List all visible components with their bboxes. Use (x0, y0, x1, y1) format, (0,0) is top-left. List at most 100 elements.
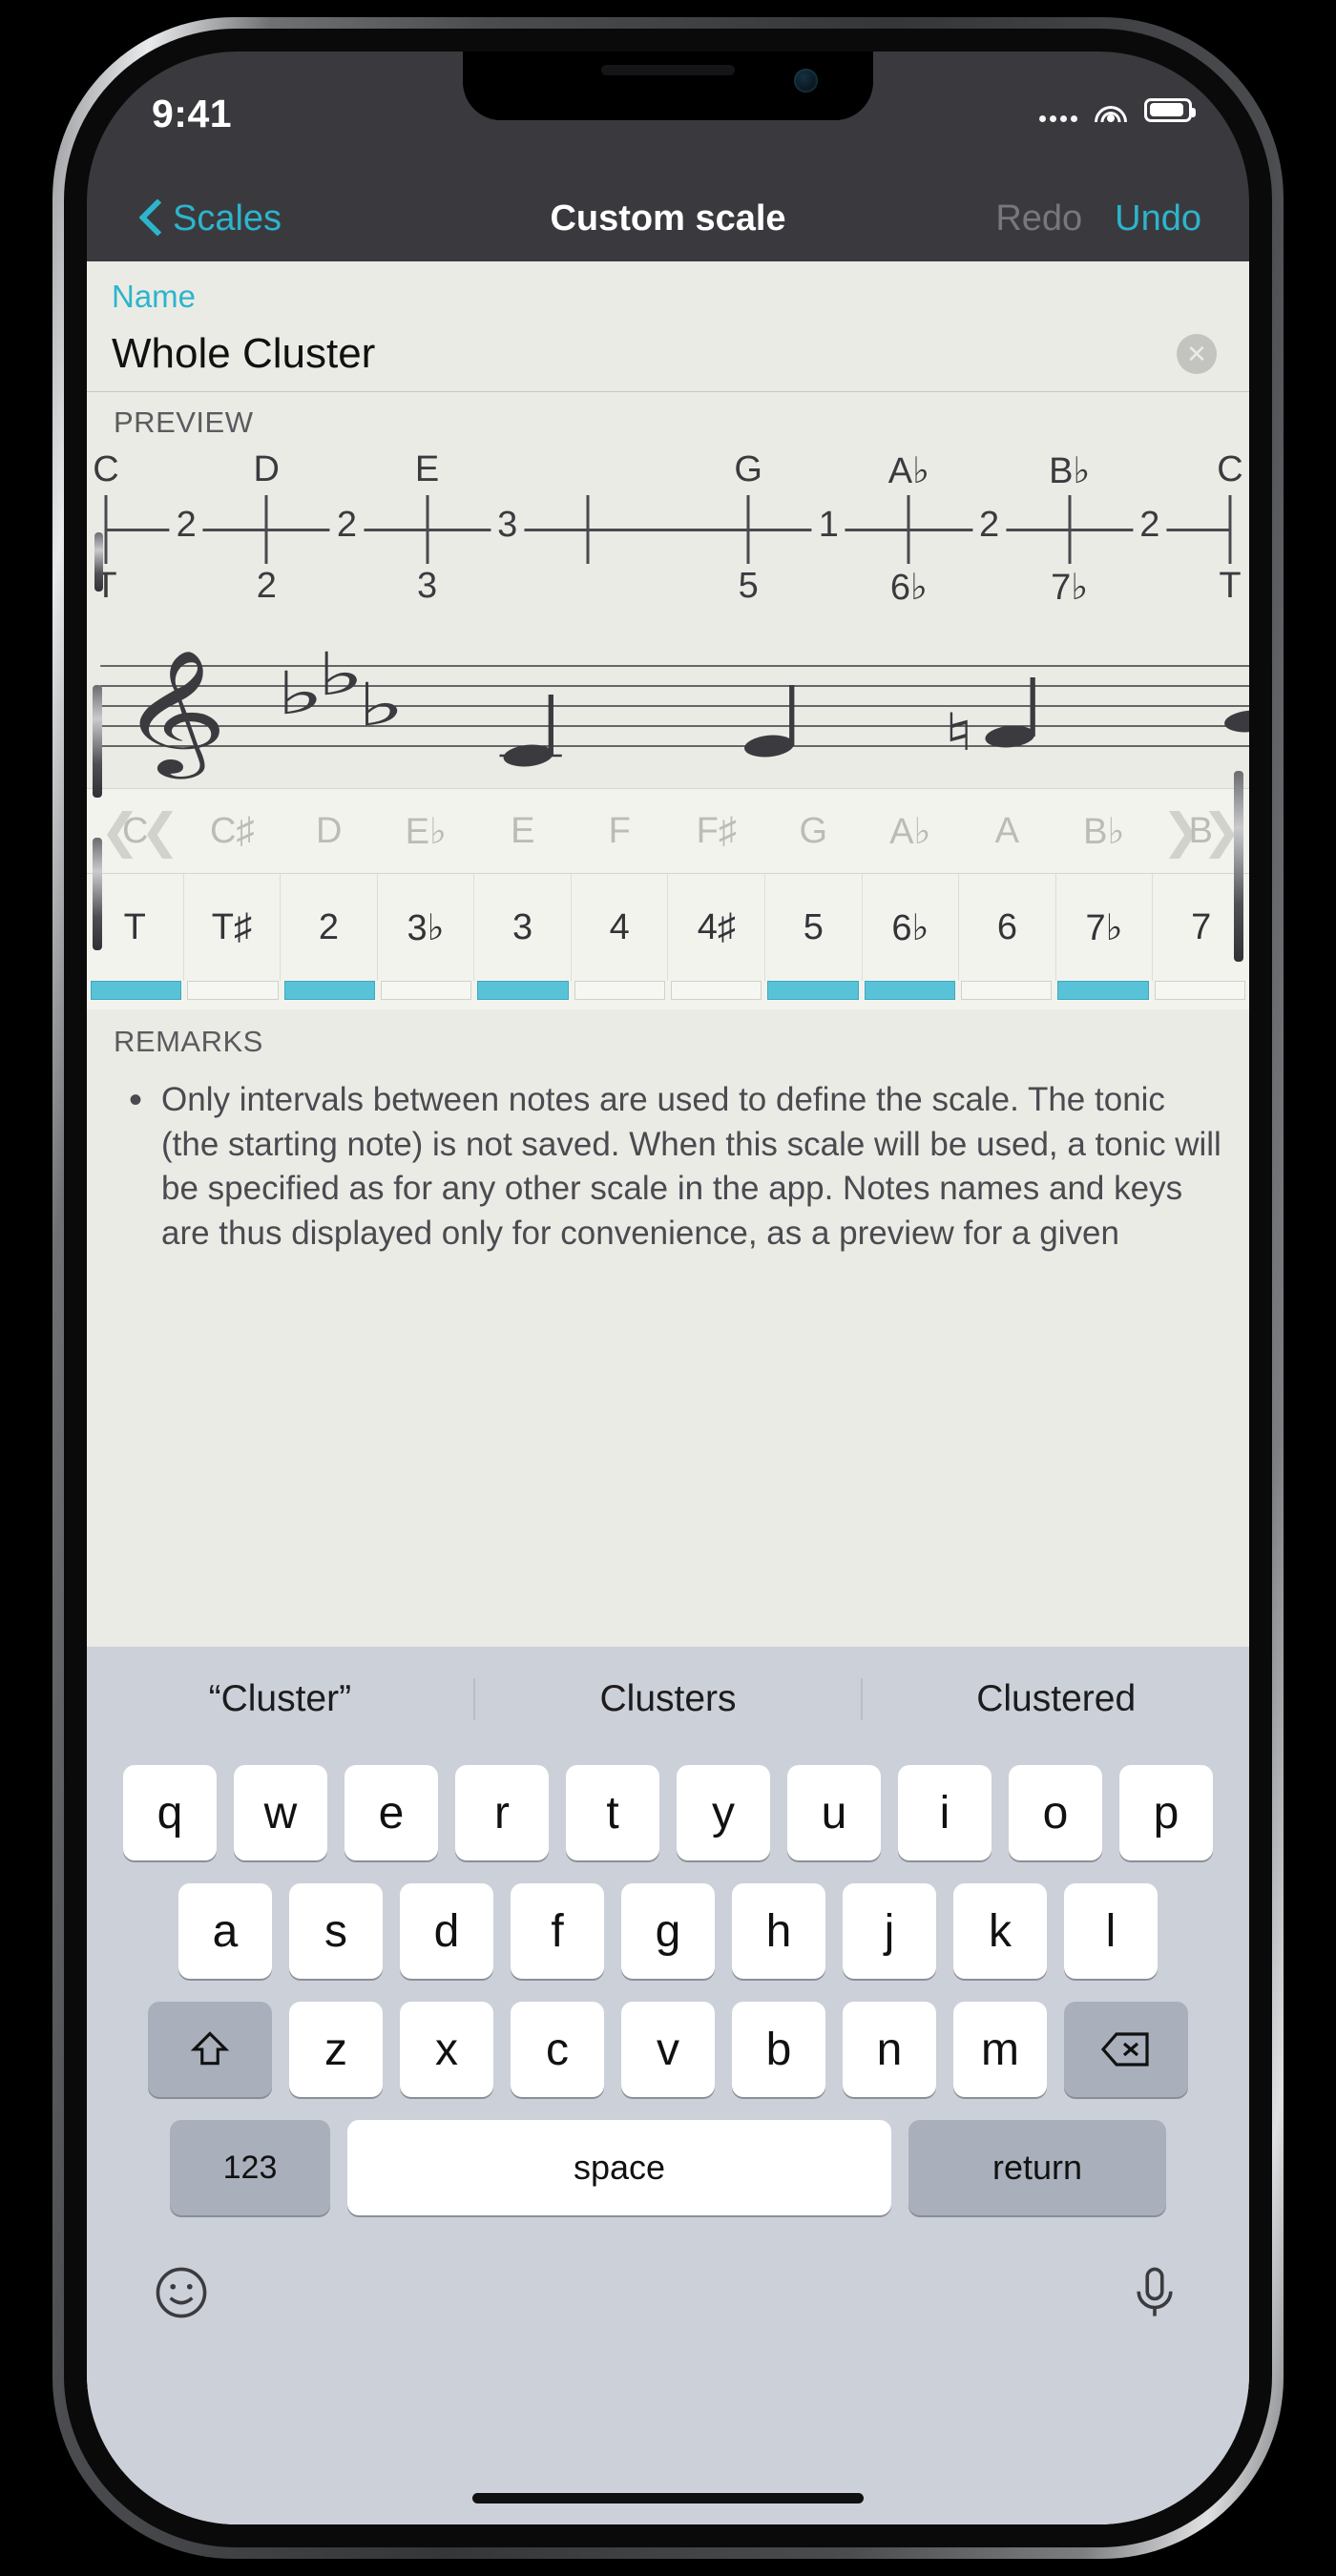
staff-svg: 𝄞 ♭ ♭ ♭ ♮ (100, 639, 1249, 779)
suggestion-item[interactable]: Clusters (472, 1678, 862, 1720)
key-m[interactable]: m (953, 2002, 1047, 2097)
wifi-icon (1094, 97, 1128, 122)
back-button[interactable]: Scales (142, 198, 282, 239)
degree-cell[interactable]: 7♭ (1054, 874, 1153, 981)
numbers-key[interactable]: 123 (170, 2120, 330, 2215)
power-button[interactable] (1234, 771, 1243, 962)
key-o[interactable]: o (1009, 1765, 1102, 1860)
volume-down-button[interactable] (93, 838, 102, 950)
degree-toggle-bar[interactable] (767, 981, 859, 1000)
key-g[interactable]: g (621, 1883, 715, 1979)
note-picker-item[interactable]: A♭ (862, 810, 959, 853)
key-e[interactable]: e (344, 1765, 438, 1860)
degree-label: 7♭ (1085, 907, 1123, 948)
ruler-note-name: D (253, 449, 281, 489)
key-h[interactable]: h (732, 1883, 825, 1979)
suggestion-item[interactable]: Clustered (861, 1678, 1249, 1720)
degree-cell[interactable]: 3♭ (376, 874, 474, 981)
ruler-interval-label: 2 (169, 505, 203, 546)
key-v[interactable]: v (621, 2002, 715, 2097)
ruler-note-name: E (414, 449, 440, 489)
notch (463, 52, 873, 120)
key-w[interactable]: w (234, 1765, 327, 1860)
degree-toggle-bar[interactable] (91, 981, 182, 1000)
degree-cell[interactable]: 3 (473, 874, 571, 981)
note-picker-item[interactable]: F (572, 811, 669, 852)
degree-toggle-bar[interactable] (864, 981, 955, 1000)
key-b[interactable]: b (732, 2002, 825, 2097)
ruler-note-name: A♭ (887, 451, 930, 491)
degree-cell[interactable]: 6 (958, 874, 1055, 981)
note-picker-item[interactable]: C♯ (184, 811, 282, 852)
backspace-icon[interactable] (1064, 2002, 1188, 2097)
on-screen-keyboard[interactable]: “Cluster” Clusters Clustered qwertyuiop as… (87, 1647, 1249, 2524)
microphone-icon[interactable] (1125, 2263, 1184, 2322)
chevron-left-icon (142, 200, 163, 237)
degree-cell[interactable]: 2 (280, 874, 377, 981)
note-picker-item[interactable]: D (281, 811, 378, 852)
key-u[interactable]: u (787, 1765, 881, 1860)
volume-up-button[interactable] (93, 685, 102, 798)
key-d[interactable]: d (400, 1883, 493, 1979)
ruler-degree: 6♭ (889, 568, 928, 608)
degree-toggle-bar[interactable] (187, 981, 279, 1000)
key-p[interactable]: p (1119, 1765, 1213, 1860)
emoji-smiley-icon[interactable] (152, 2263, 211, 2322)
key-n[interactable]: n (843, 2002, 936, 2097)
degree-toggle-bar[interactable] (477, 981, 569, 1000)
nav-actions: Redo Undo (995, 198, 1201, 239)
note-picker-item[interactable]: B♭ (1055, 810, 1153, 853)
degree-cell[interactable]: 5 (764, 874, 862, 981)
degree-toggle-bar[interactable] (283, 981, 375, 1000)
silent-switch[interactable] (94, 532, 103, 592)
note-picker-list: C C♯ D E♭ E F F♯ G A♭ A B♭ B (87, 789, 1249, 873)
space-key[interactable]: space (347, 2120, 891, 2215)
key-q[interactable]: q (123, 1765, 217, 1860)
note-picker-strip[interactable]: ❮❮ ❯❯ C C♯ D E♭ E F F♯ G A♭ A B♭ B (87, 788, 1249, 874)
degree-toggle-bar[interactable] (1154, 981, 1245, 1000)
key-f[interactable]: f (511, 1883, 604, 1979)
signal-dots-icon (1039, 97, 1077, 122)
key-k[interactable]: k (953, 1883, 1047, 1979)
degree-cell[interactable]: T♯ (182, 874, 281, 981)
note-picker-item[interactable]: A (959, 811, 1056, 852)
shift-up-icon[interactable] (148, 2002, 272, 2097)
key-x[interactable]: x (400, 2002, 493, 2097)
ruler-degree: 7♭ (1051, 568, 1089, 608)
degree-cell[interactable]: 4♯ (667, 874, 764, 981)
degree-toggle-bar[interactable] (670, 981, 762, 1000)
name-input[interactable]: Whole Cluster (87, 330, 1249, 378)
undo-button[interactable]: Undo (1115, 198, 1201, 239)
preview-title: PREVIEW (114, 405, 254, 439)
degree-toggle-bar[interactable] (1057, 981, 1149, 1000)
front-camera-icon (794, 69, 818, 93)
key-z[interactable]: z (289, 2002, 383, 2097)
keyboard-row-4: 123 space return (87, 2120, 1249, 2215)
key-a[interactable]: a (178, 1883, 272, 1979)
note-picker-item[interactable]: G (765, 811, 863, 852)
key-s[interactable]: s (289, 1883, 383, 1979)
note-picker-item[interactable]: E (474, 811, 572, 852)
redo-button[interactable]: Redo (995, 198, 1082, 239)
clear-circle-icon[interactable]: ✕ (1177, 334, 1217, 374)
degree-cell[interactable]: 6♭ (861, 874, 959, 981)
ruler-note-name: B♭ (1049, 451, 1091, 491)
return-key[interactable]: return (908, 2120, 1166, 2215)
remarks-list: Only intervals between notes are used to… (87, 1059, 1249, 1256)
key-c[interactable]: c (511, 2002, 604, 2097)
key-i[interactable]: i (898, 1765, 992, 1860)
key-j[interactable]: j (843, 1883, 936, 1979)
phone-frame: 9:41 Scales Custom scale Redo Undo Name … (52, 17, 1284, 2559)
ruler-interval-label: 2 (1133, 505, 1167, 546)
degree-toggle-bar[interactable] (380, 981, 472, 1000)
key-r[interactable]: r (455, 1765, 549, 1860)
key-t[interactable]: t (566, 1765, 659, 1860)
key-l[interactable]: l (1064, 1883, 1158, 1979)
key-y[interactable]: y (677, 1765, 770, 1860)
note-picker-item[interactable]: F♯ (668, 811, 765, 852)
degree-toggle-bar[interactable] (960, 981, 1053, 1000)
note-picker-item[interactable]: E♭ (378, 810, 475, 853)
degree-toggle-bar[interactable] (574, 981, 665, 1000)
suggestion-item[interactable]: “Cluster” (87, 1678, 473, 1720)
degree-cell[interactable]: 4 (570, 874, 668, 981)
